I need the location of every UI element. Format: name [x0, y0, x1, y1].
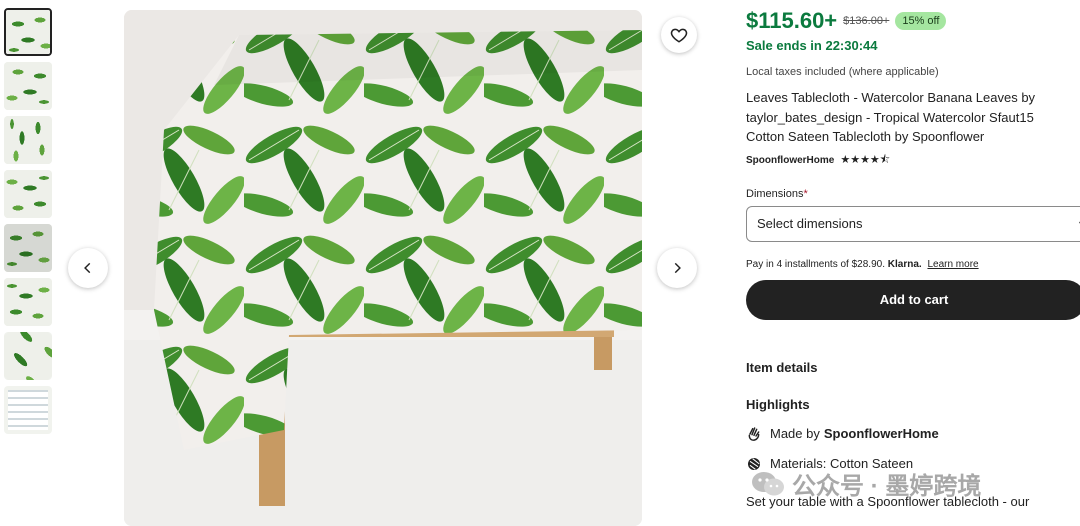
- required-marker: *: [803, 187, 808, 200]
- made-by-prefix: Made by: [770, 426, 820, 441]
- thumbnail-3[interactable]: [4, 116, 52, 164]
- made-by-row: Made by SpoonflowerHome: [746, 426, 1080, 442]
- sale-price: $115.60+: [746, 8, 838, 33]
- thumbnail-6[interactable]: [4, 278, 52, 326]
- sale-countdown: Sale ends in 22:30:44: [746, 38, 878, 53]
- klarna-text: Pay in 4 installments of $28.90.: [746, 258, 885, 270]
- klarna-installments: Pay in 4 installments of $28.90. Klarna.…: [746, 259, 1080, 270]
- thumbnail-2[interactable]: [4, 62, 52, 110]
- tablecloth-illustration: [124, 10, 642, 526]
- rating-stars[interactable]: ★★★★⯪: [840, 151, 890, 170]
- thumbnail-1[interactable]: [4, 8, 52, 56]
- product-info-panel: $115.60+ $136.00+ 15% off Sale ends in 2…: [746, 8, 1080, 509]
- klarna-brand: Klarna.: [887, 258, 922, 270]
- thumbnail-list: [4, 8, 54, 440]
- learn-more-link[interactable]: Learn more: [927, 259, 978, 270]
- next-image-button[interactable]: [657, 248, 697, 288]
- chevron-right-icon: [674, 262, 681, 274]
- main-product-image: [124, 10, 642, 526]
- dimensions-label-text: Dimensions: [746, 187, 804, 200]
- item-details-heading[interactable]: Item details: [746, 360, 1080, 375]
- heart-icon: [670, 28, 688, 43]
- thumbnail-size-chart[interactable]: [4, 386, 52, 434]
- hand-wave-icon: [746, 426, 762, 442]
- favorite-button[interactable]: [661, 17, 697, 53]
- price-row: $115.60+ $136.00+ 15% off: [746, 8, 1080, 34]
- discount-badge: 15% off: [895, 12, 947, 30]
- add-to-cart-button[interactable]: Add to cart: [746, 279, 1080, 320]
- dimensions-select[interactable]: Select dimensions ▾: [746, 205, 1080, 242]
- product-title: Leaves Tablecloth - Watercolor Banana Le…: [746, 90, 1036, 144]
- previous-image-button[interactable]: [68, 248, 108, 288]
- watermark-text: 公众号 · 墨婷跨境: [792, 473, 982, 500]
- shop-name-link[interactable]: SpoonflowerHome: [746, 155, 834, 166]
- thumbnail-4[interactable]: [4, 170, 52, 218]
- made-by-shop[interactable]: SpoonflowerHome: [824, 426, 939, 441]
- dimensions-select-value: Select dimensions: [757, 216, 863, 231]
- thumbnail-5[interactable]: [4, 224, 52, 272]
- watermark: 公众号 · 墨婷跨境: [750, 466, 981, 501]
- chevron-left-icon: [84, 262, 91, 274]
- wechat-icon: [750, 469, 786, 499]
- thumbnail-7[interactable]: [4, 332, 52, 380]
- dimensions-label: Dimensions*: [746, 188, 1080, 200]
- tax-note: Local taxes included (where applicable): [746, 66, 939, 78]
- original-price: $136.00+: [843, 15, 890, 27]
- shop-row: SpoonflowerHome ★★★★⯪: [746, 151, 1080, 170]
- highlights-heading: Highlights: [746, 396, 810, 412]
